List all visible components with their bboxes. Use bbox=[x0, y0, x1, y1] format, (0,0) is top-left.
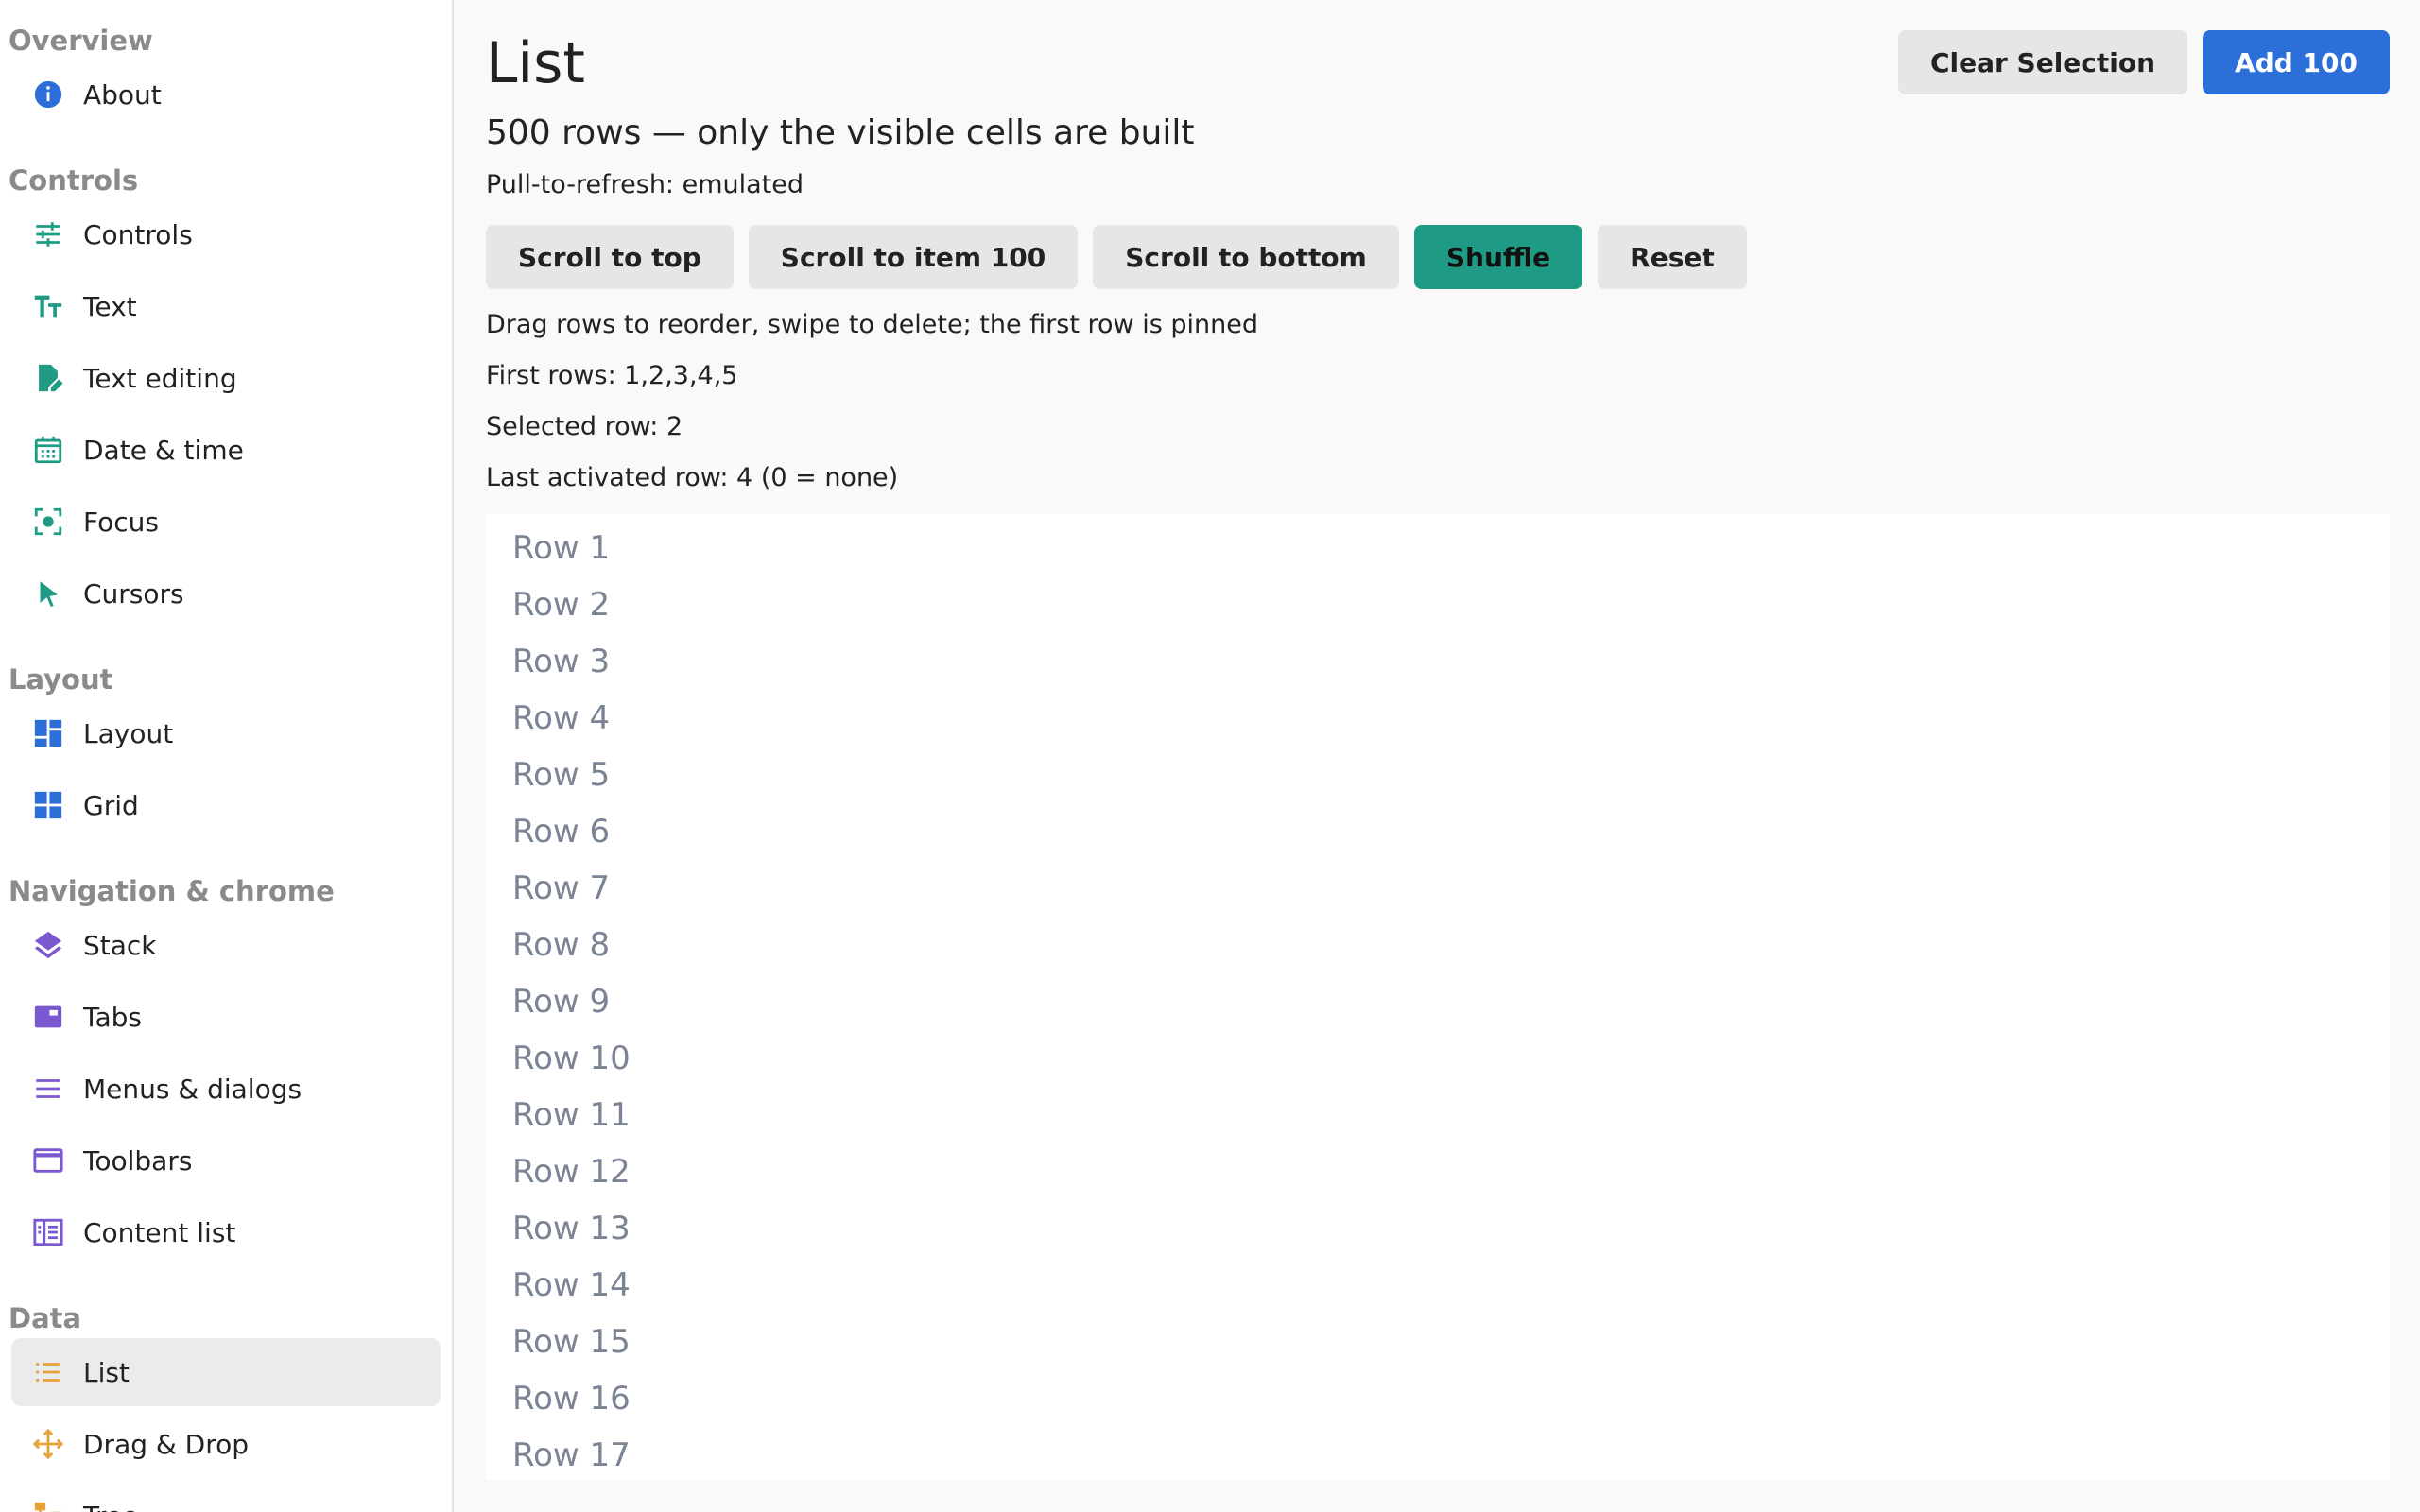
sidebar-item-content-list[interactable]: Content list bbox=[11, 1198, 441, 1266]
sliders-icon bbox=[32, 218, 64, 250]
sidebar-item-label: Grid bbox=[83, 789, 139, 821]
sidebar-item-menus-dialogs[interactable]: Menus & dialogs bbox=[11, 1055, 441, 1123]
sidebar-item-label: Cursors bbox=[83, 577, 184, 610]
clear-selection-button[interactable]: Clear Selection bbox=[1897, 30, 2188, 94]
list-row[interactable]: Row 10 bbox=[486, 1024, 2390, 1081]
scroll-to-item-100-button[interactable]: Scroll to item 100 bbox=[748, 225, 1079, 289]
virtual-list[interactable]: Row 1 Row 2 Row 3 Row 4 Row 5 Row 6 Row 7 Row 8… bbox=[486, 514, 2390, 1480]
sidebar-item-text[interactable]: Text bbox=[11, 272, 441, 340]
add-100-button[interactable]: Add 100 bbox=[2203, 30, 2390, 94]
app-window: Overview About Controls Controls Text Text ed… bbox=[0, 0, 2420, 1512]
pull-to-refresh-status: Pull-to-refresh: emulated bbox=[486, 170, 804, 199]
list-row[interactable]: Row 4 bbox=[486, 684, 2390, 741]
info-icon bbox=[32, 78, 64, 111]
sidebar-item-tabs[interactable]: Tabs bbox=[11, 983, 441, 1051]
header-buttons: Clear Selection Add 100 bbox=[1897, 30, 2390, 94]
sidebar-item-label: Content list bbox=[83, 1216, 236, 1248]
tabs-icon bbox=[32, 1001, 64, 1033]
list-row[interactable]: Row 17 bbox=[486, 1421, 2390, 1478]
sidebar-item-label: About bbox=[83, 78, 162, 111]
list-row[interactable]: Row 6 bbox=[486, 798, 2390, 854]
list-row[interactable]: Row 9 bbox=[486, 968, 2390, 1024]
list-row[interactable]: Row 2 bbox=[486, 571, 2390, 627]
sidebar-section-title: Controls bbox=[9, 164, 139, 197]
sidebar-section-title: Layout bbox=[9, 663, 113, 696]
move-icon bbox=[32, 1428, 64, 1460]
text-size-icon bbox=[32, 290, 64, 322]
list-row[interactable]: Row 11 bbox=[486, 1081, 2390, 1138]
sidebar-item-stack[interactable]: Stack bbox=[11, 911, 441, 979]
main-content: List Clear Selection Add 100 500 rows — … bbox=[454, 0, 2420, 1512]
sidebar-item-tree[interactable]: Tree bbox=[11, 1482, 441, 1512]
sidebar-item-text-editing[interactable]: Text editing bbox=[11, 344, 441, 412]
sidebar-item-label: Text bbox=[83, 290, 137, 322]
sidebar-item-grid[interactable]: Grid bbox=[11, 771, 441, 839]
list-row[interactable]: Row 3 bbox=[486, 627, 2390, 684]
scroll-to-bottom-button[interactable]: Scroll to bottom bbox=[1093, 225, 1399, 289]
reset-button[interactable]: Reset bbox=[1598, 225, 1747, 289]
sidebar-section-title: Data bbox=[9, 1302, 82, 1334]
list-row[interactable]: Row 12 bbox=[486, 1138, 2390, 1194]
list-row[interactable]: Row 16 bbox=[486, 1365, 2390, 1421]
window-icon bbox=[32, 1144, 64, 1177]
sidebar-item-toolbars[interactable]: Toolbars bbox=[11, 1126, 441, 1194]
layers-icon bbox=[32, 929, 64, 961]
first-rows-text: First rows: 1,2,3,4,5 bbox=[486, 361, 738, 390]
sidebar-item-label: Focus bbox=[83, 506, 159, 538]
sidebar-item-label: Tabs bbox=[83, 1001, 142, 1033]
sidebar-item-label: Layout bbox=[83, 717, 174, 749]
sidebar-item-drag-drop[interactable]: Drag & Drop bbox=[11, 1410, 441, 1478]
list-row[interactable]: Row 14 bbox=[486, 1251, 2390, 1308]
calendar-icon bbox=[32, 434, 64, 466]
hint-text: Drag rows to reorder, swipe to delete; t… bbox=[486, 310, 1258, 339]
sidebar-item-label: Date & time bbox=[83, 434, 244, 466]
sidebar-item-controls[interactable]: Controls bbox=[11, 200, 441, 268]
sidebar-item-list[interactable]: List bbox=[11, 1338, 441, 1406]
list-row[interactable]: Row 8 bbox=[486, 911, 2390, 968]
edit-document-icon bbox=[32, 362, 64, 394]
list-row[interactable]: Row 1 bbox=[486, 514, 2390, 571]
scroll-actions: Scroll to top Scroll to item 100 Scroll … bbox=[486, 225, 2390, 289]
sidebar-item-label: Controls bbox=[83, 218, 193, 250]
sidebar-item-label: Text editing bbox=[83, 362, 237, 394]
sidebar-item-cursors[interactable]: Cursors bbox=[11, 559, 441, 627]
selected-row-text: Selected row: 2 bbox=[486, 412, 683, 441]
page-header: List Clear Selection Add 100 bbox=[486, 0, 2390, 96]
list-row[interactable]: Row 7 bbox=[486, 854, 2390, 911]
sidebar-item-label: Stack bbox=[83, 929, 157, 961]
sidebar-item-about[interactable]: About bbox=[11, 60, 441, 129]
sidebar-item-label: Drag & Drop bbox=[83, 1428, 249, 1460]
sidebar-item-label: Toolbars bbox=[83, 1144, 193, 1177]
dashboard-icon bbox=[32, 717, 64, 749]
cursor-icon bbox=[32, 577, 64, 610]
page-title: List bbox=[486, 30, 585, 96]
sidebar-section-title: Overview bbox=[9, 25, 153, 57]
tree-icon bbox=[32, 1500, 64, 1512]
list-row[interactable]: Row 5 bbox=[486, 741, 2390, 798]
last-activated-text: Last activated row: 4 (0 = none) bbox=[486, 463, 899, 492]
sidebar-section-title: Navigation & chrome bbox=[9, 875, 335, 907]
focus-icon bbox=[32, 506, 64, 538]
scroll-to-top-button[interactable]: Scroll to top bbox=[486, 225, 734, 289]
content-list-icon bbox=[32, 1216, 64, 1248]
sidebar-item-label: Menus & dialogs bbox=[83, 1073, 302, 1105]
sidebar-item-date-time[interactable]: Date & time bbox=[11, 416, 441, 484]
shuffle-button[interactable]: Shuffle bbox=[1413, 225, 1583, 289]
list-status: Drag rows to reorder, swipe to delete; t… bbox=[486, 306, 2390, 497]
sidebar-item-focus[interactable]: Focus bbox=[11, 488, 441, 556]
sidebar-item-label: Tree bbox=[83, 1501, 138, 1512]
sidebar-item-label: List bbox=[83, 1356, 130, 1388]
sidebar-item-layout[interactable]: Layout bbox=[11, 699, 441, 767]
page-subtitle: 500 rows — only the visible cells are bu… bbox=[486, 113, 1195, 152]
grid-icon bbox=[32, 789, 64, 821]
list-row[interactable]: Row 15 bbox=[486, 1308, 2390, 1365]
list-row[interactable]: Row 13 bbox=[486, 1194, 2390, 1251]
sidebar: Overview About Controls Controls Text Text ed… bbox=[0, 0, 454, 1512]
menu-icon bbox=[32, 1073, 64, 1105]
list-icon bbox=[32, 1356, 64, 1388]
